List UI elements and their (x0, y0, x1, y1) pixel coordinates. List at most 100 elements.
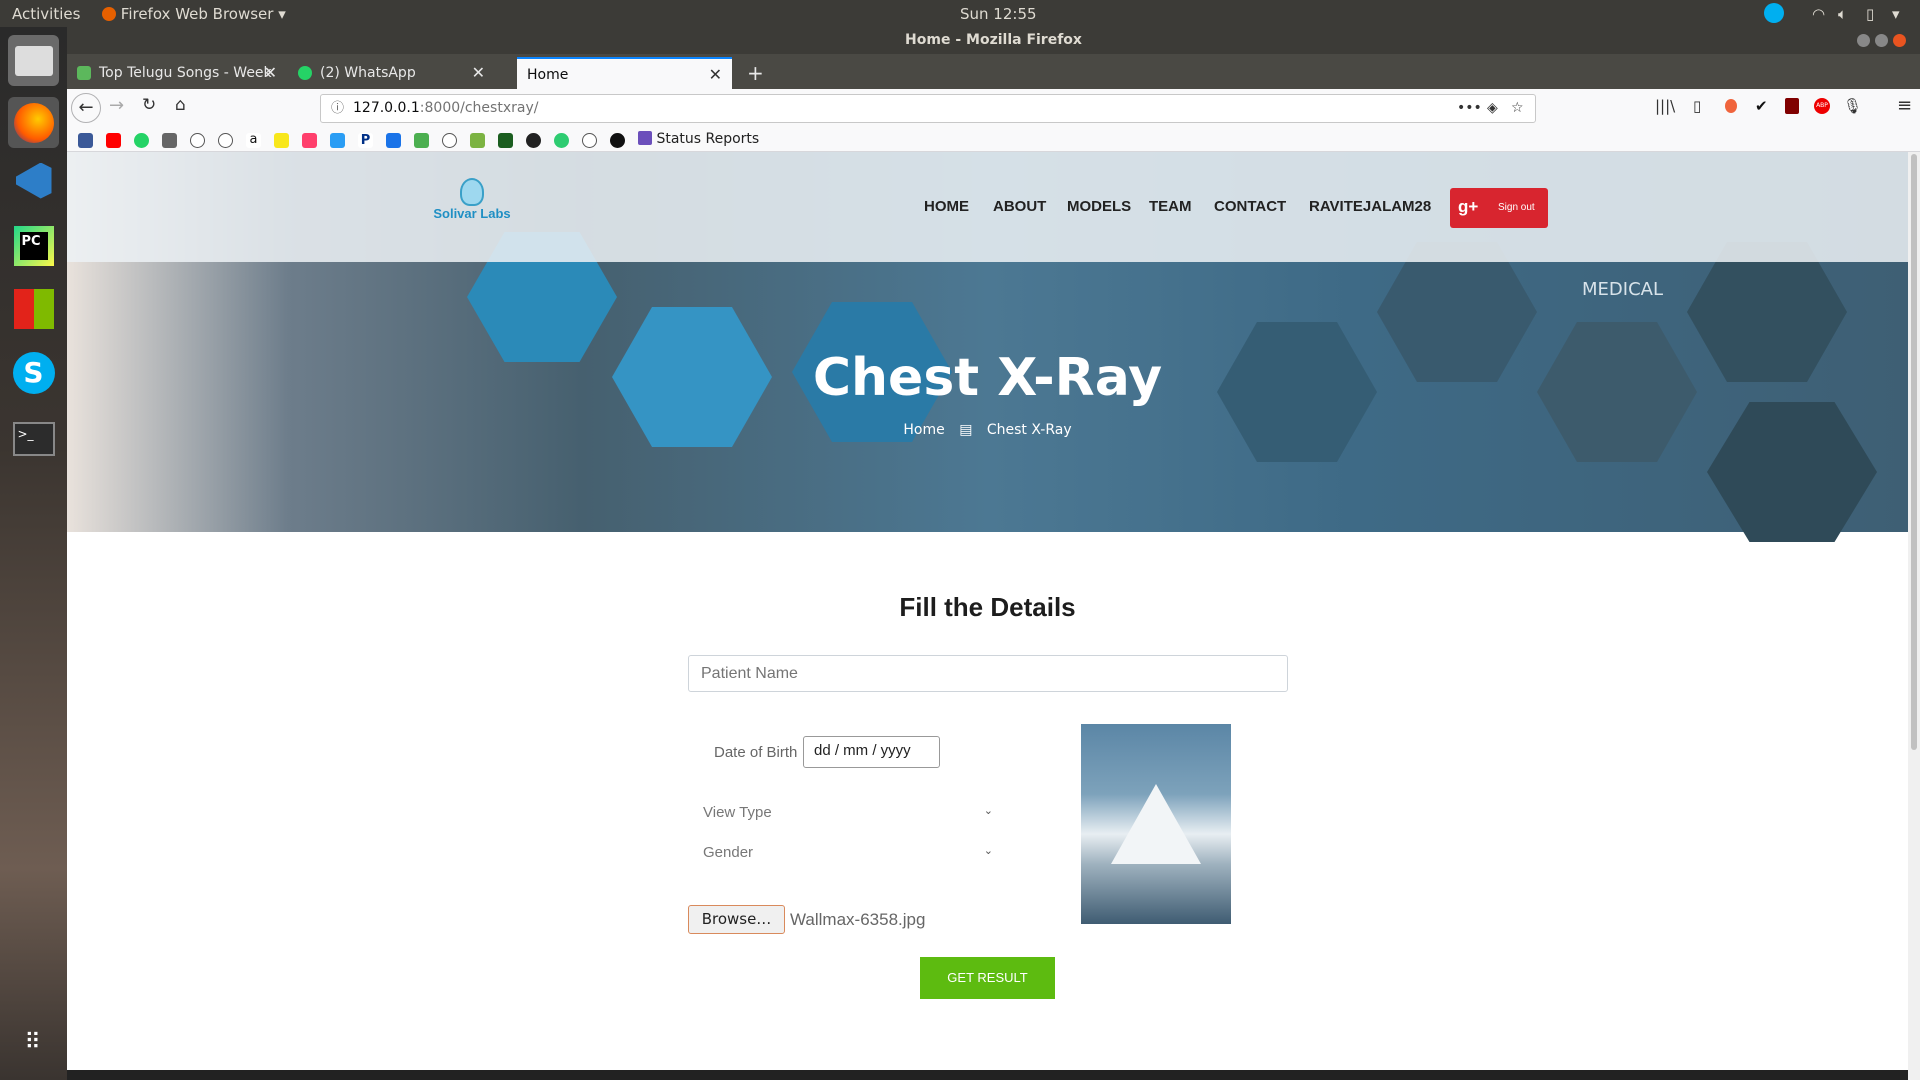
tab-home[interactable]: Home ✕ (517, 57, 732, 89)
back-button[interactable]: ← (71, 93, 101, 123)
hamburger-menu-icon[interactable]: ≡ (1897, 95, 1912, 116)
site-logo[interactable]: Solivar Labs (422, 178, 522, 221)
dark-circle-bookmark-icon[interactable] (526, 133, 541, 148)
shield-bookmark-icon[interactable] (386, 133, 401, 148)
reload-button[interactable]: ↻ (142, 95, 156, 115)
document-icon: ▤ (959, 422, 973, 438)
window-title: Home - Mozilla Firefox (905, 32, 1082, 48)
new-tab-button[interactable]: + (739, 57, 769, 89)
maximize-button[interactable] (1875, 34, 1888, 47)
google-plus-icon: g+ (1458, 197, 1479, 216)
chevron-down-icon: ⌄ (983, 804, 993, 817)
lightbulb-logo-icon (460, 178, 484, 206)
view-type-select[interactable]: View Type ⌄ (703, 800, 993, 826)
tab-telugu-songs[interactable]: Top Telugu Songs - Week ✕ (69, 57, 287, 89)
close-tab-icon[interactable]: ✕ (472, 57, 485, 89)
site-header: Solivar Labs HOME ABOUT MODELS TEAM CONT… (67, 152, 1908, 262)
pycharm-icon[interactable]: PC (8, 220, 59, 271)
nav-models[interactable]: MODELS (1067, 198, 1131, 215)
close-tab-icon[interactable]: ✕ (709, 59, 722, 89)
nav-team[interactable]: TEAM (1149, 198, 1192, 215)
scrollbar-thumb[interactable] (1911, 154, 1917, 750)
whatsapp-favicon-icon (298, 66, 312, 80)
url-text: 127.0.0.1:8000/chestxray/ (353, 100, 539, 116)
page-title: Chest X-Ray (812, 348, 1163, 408)
firefox-icon (102, 7, 116, 21)
h-bookmark-icon[interactable] (554, 133, 569, 148)
amazon-bookmark-icon[interactable]: a (246, 133, 261, 148)
image-bookmark-icon[interactable] (162, 133, 177, 148)
show-apps-icon[interactable]: ⠿ (8, 1017, 59, 1068)
bookmark-star-icon[interactable]: ☆ (1511, 95, 1524, 122)
facebook-bookmark-icon[interactable] (78, 133, 93, 148)
get-result-button[interactable]: GET RESULT (920, 957, 1055, 999)
skype-tray-icon[interactable] (1764, 3, 1784, 23)
youtube-bookmark-icon[interactable] (106, 133, 121, 148)
nav-home[interactable]: HOME (924, 198, 969, 215)
globe-bookmark-icon[interactable] (442, 133, 457, 148)
minimize-button[interactable] (1857, 34, 1870, 47)
preview-image (1081, 724, 1231, 924)
browse-button[interactable]: Browse… (688, 905, 785, 934)
close-tab-icon[interactable]: ✕ (264, 57, 277, 89)
chevron-down-icon: ⌄ (983, 844, 993, 857)
gender-select[interactable]: Gender ⌄ (703, 840, 993, 866)
skype-dock-icon[interactable]: S (8, 347, 59, 398)
bird-bookmark-icon[interactable] (330, 133, 345, 148)
breadcrumb: Home ▤ Chest X-Ray (67, 422, 1908, 438)
globe-bookmark-icon[interactable] (190, 133, 205, 148)
wifi-icon[interactable]: ◠ (1812, 5, 1825, 23)
dark-green-bookmark-icon[interactable] (498, 133, 513, 148)
clock[interactable]: Sun 12:55 (960, 5, 1037, 23)
url-bar[interactable]: ⓘ 127.0.0.1:8000/chestxray/ ••• ◈ ☆ (320, 94, 1536, 123)
files-icon[interactable] (8, 35, 59, 86)
green-bookmark-icon[interactable] (470, 133, 485, 148)
sidebar-icon[interactable]: ▯ (1693, 97, 1701, 115)
breadcrumb-home-link[interactable]: Home (903, 422, 944, 438)
tab-whatsapp[interactable]: (2) WhatsApp ✕ (290, 57, 495, 89)
nav-contact[interactable]: CONTACT (1214, 198, 1286, 215)
breadcrumb-current: Chest X-Ray (986, 422, 1072, 438)
tab-bar: Top Telugu Songs - Week ✕ (2) WhatsApp ✕… (67, 54, 1920, 89)
volume-icon[interactable]: 🔈︎ (1838, 5, 1847, 23)
library-icon[interactable]: |||\ (1655, 97, 1675, 115)
home-button[interactable]: ⌂ (175, 95, 186, 115)
dob-input[interactable]: dd / mm / yyyy (803, 736, 940, 768)
vscode-icon[interactable] (8, 155, 59, 206)
ublock-icon[interactable] (1785, 98, 1799, 114)
software-center-icon[interactable] (8, 283, 59, 334)
status-reports-bookmark[interactable]: Status Reports (638, 131, 759, 147)
patient-name-input[interactable] (688, 655, 1288, 692)
extension-icon[interactable] (1725, 99, 1737, 113)
nav-about[interactable]: ABOUT (993, 198, 1046, 215)
github-bookmark-icon[interactable] (610, 133, 625, 148)
forward-button[interactable]: → (109, 95, 124, 116)
close-window-button[interactable] (1893, 34, 1906, 47)
nav-user[interactable]: RAVITEJALAM28 (1309, 198, 1431, 215)
sign-out-button[interactable]: g+ Sign out (1450, 188, 1548, 228)
globe-bookmark-icon[interactable] (218, 133, 233, 148)
green-bookmark-icon[interactable] (414, 133, 429, 148)
system-menu-icon[interactable]: ▾ (1892, 5, 1900, 23)
paypal-bookmark-icon[interactable]: P (358, 133, 373, 148)
battery-icon[interactable]: ▯ (1866, 5, 1874, 23)
app-menu[interactable]: Firefox Web Browser ▾ (102, 5, 286, 23)
info-icon[interactable]: ⓘ (331, 95, 344, 122)
globe-bookmark-icon[interactable] (582, 133, 597, 148)
extension-icon[interactable]: ✔ (1755, 97, 1768, 115)
window-titlebar: Home - Mozilla Firefox (67, 27, 1920, 54)
myntra-bookmark-icon[interactable] (302, 133, 317, 148)
pocket-icon[interactable]: ◈ (1487, 95, 1498, 122)
tab-favicon-icon (77, 66, 91, 80)
page-actions-icon[interactable]: ••• (1457, 95, 1482, 122)
firefox-dock-icon[interactable] (8, 97, 59, 148)
adblock-plus-icon[interactable]: ABP (1814, 98, 1830, 114)
selected-file-name: Wallmax-6358.jpg (790, 910, 926, 929)
activities-button[interactable]: Activities (12, 5, 80, 23)
flipkart-bookmark-icon[interactable] (274, 133, 289, 148)
mountain-peak-icon (1111, 784, 1201, 864)
footer-strip (67, 1070, 1908, 1080)
microphone-icon[interactable]: 🎙︎ (1843, 97, 1862, 115)
terminal-icon[interactable]: >_ (8, 413, 59, 464)
whatsapp-bookmark-icon[interactable] (134, 133, 149, 148)
